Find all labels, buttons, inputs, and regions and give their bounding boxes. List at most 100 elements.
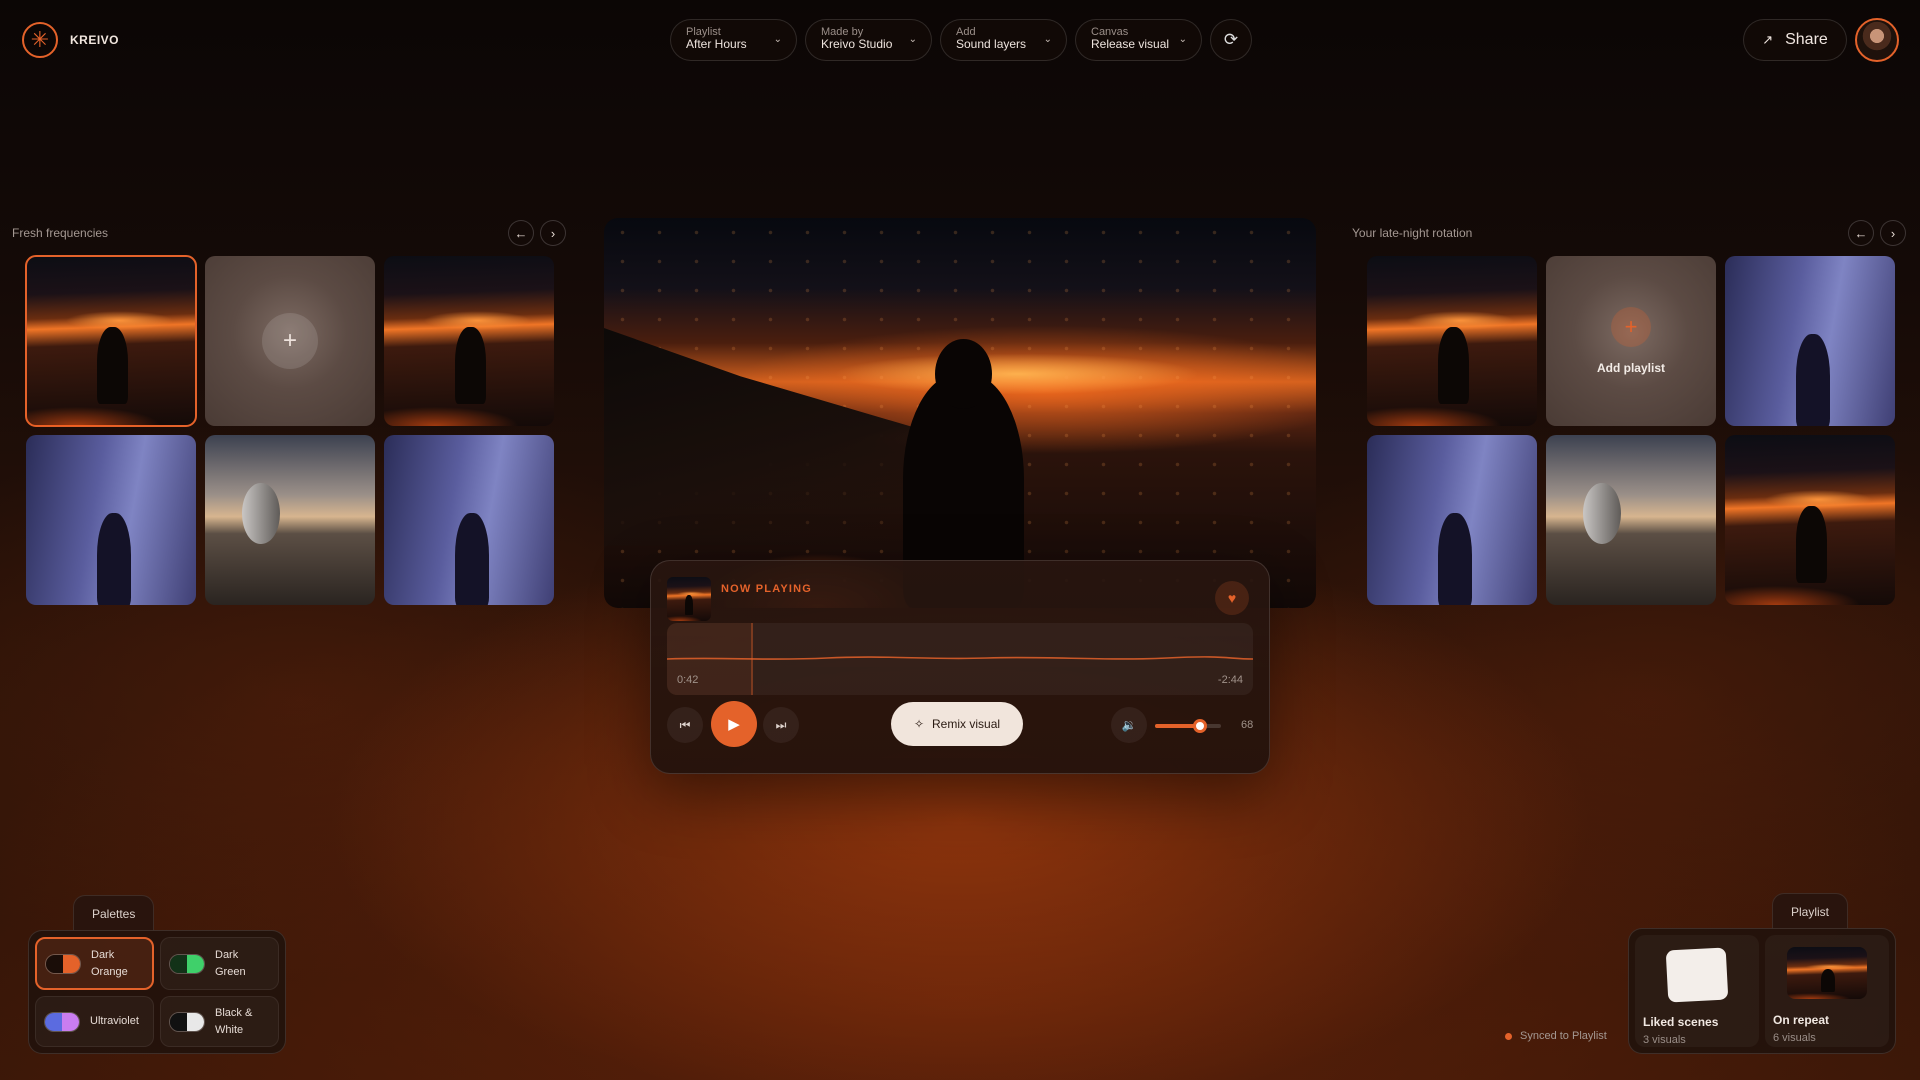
prev-button[interactable]: ← (1848, 220, 1874, 246)
palette-label: Black & White (215, 1006, 253, 1036)
palette-label: Dark Orange (91, 948, 128, 978)
palette-option[interactable]: Dark Orange (35, 937, 154, 990)
track-thumbnail (667, 577, 711, 621)
add-dropdown[interactable]: Add Sound layers ⌄ (940, 19, 1067, 61)
sparkle-icon: ✧ (913, 717, 925, 731)
scene-tile[interactable] (25, 255, 197, 427)
palette-swatch (169, 953, 205, 974)
next-button[interactable]: › (1880, 220, 1906, 246)
prev-button[interactable]: ← (508, 220, 534, 246)
plus-icon: + (1611, 307, 1651, 347)
waveform-line (667, 656, 1253, 660)
right-carousel-nav: ← › (1848, 220, 1906, 246)
arrow-up-right-icon: ↗ (1762, 32, 1774, 47)
playlist-count: 6 visuals (1773, 1032, 1816, 1044)
chevron-down-icon: ⌄ (908, 34, 917, 45)
sync-text: Synced to Playlist (1520, 1030, 1607, 1042)
silhouette-head (935, 338, 993, 410)
pill-value: Release visual (1091, 37, 1170, 51)
sync-status: Synced to Playlist (1505, 1030, 1607, 1042)
header-pills: Playlist After Hours ⌄ Made by Kreivo Stud… (670, 19, 1252, 61)
brand-name: KREIVO (70, 33, 120, 47)
heart-icon: ♥ (1227, 590, 1237, 606)
late-night-rotation-grid: + Add playlist (1367, 256, 1895, 605)
share-label: Share (1785, 31, 1828, 48)
scene-tile[interactable] (205, 435, 375, 605)
chevron-down-icon: ⌄ (1178, 34, 1187, 45)
left-carousel-nav: ← › (508, 220, 566, 246)
playlist-panel: Liked scenes 3 visuals On repeat 6 visua… (1628, 928, 1896, 1054)
share-button[interactable]: ↗ Share (1743, 19, 1847, 61)
plus-icon: + (262, 313, 318, 369)
playlist-thumbnail (1665, 947, 1729, 1003)
late-night-rotation-title: Your late-night rotation (1352, 226, 1473, 240)
palette-option[interactable]: Dark Green (160, 937, 279, 990)
palette-option[interactable]: Ultraviolet (35, 996, 154, 1047)
remix-visual-button[interactable]: ✧ Remix visual (891, 702, 1023, 746)
palette-label: Ultraviolet (90, 1015, 139, 1027)
volume-value: 68 (1241, 719, 1254, 731)
made-by-dropdown[interactable]: Made by Kreivo Studio ⌄ (805, 19, 932, 61)
waveform-scrubber[interactable]: 0:42 -2:44 (667, 623, 1253, 695)
palettes-tab[interactable]: Palettes (73, 895, 155, 931)
brand-logo[interactable]: ✳ KREIVO (22, 22, 119, 58)
scene-tile[interactable] (384, 256, 554, 426)
volume-slider[interactable] (1155, 719, 1221, 733)
playlist-card-repeat[interactable]: On repeat 6 visuals (1765, 935, 1889, 1047)
remaining-time: -2:44 (1217, 674, 1243, 686)
playlist-thumbnail (1787, 947, 1867, 999)
add-playlist-tile[interactable]: + Add playlist (1546, 256, 1716, 426)
next-button[interactable]: › (540, 220, 566, 246)
hero-visual (604, 218, 1316, 608)
play-button[interactable]: ▶ (711, 701, 757, 747)
avatar[interactable] (1855, 18, 1899, 62)
scene-tile[interactable] (384, 435, 554, 605)
chevron-down-icon: ⌄ (1043, 34, 1052, 45)
chevron-right-icon: › (550, 225, 556, 241)
arrow-left-icon: ← (1854, 225, 1868, 241)
remix-label: Remix visual (932, 717, 1001, 731)
pill-value: After Hours (686, 37, 747, 51)
palette-swatch (169, 1011, 205, 1032)
skip-forward-icon: ⏭ (775, 717, 787, 732)
speaker-icon: 🔉 (1121, 718, 1137, 732)
chevron-right-icon: › (1890, 225, 1896, 241)
add-scene-tile[interactable]: + (205, 256, 375, 426)
scene-tile[interactable] (1367, 435, 1537, 605)
playlist-title: Liked scenes (1643, 1015, 1719, 1029)
asterisk-logo-icon: ✳ (22, 22, 58, 58)
scene-tile[interactable] (1725, 435, 1895, 605)
skip-back-icon: ⏮ (679, 717, 691, 732)
add-playlist-label: Add playlist (1596, 361, 1665, 375)
playlist-title: On repeat (1773, 1013, 1830, 1027)
palette-swatch (44, 1011, 80, 1032)
palette-option[interactable]: Black & White (160, 996, 279, 1047)
refresh-button[interactable]: ⟳ (1210, 19, 1252, 61)
scene-tile[interactable] (26, 435, 196, 605)
palettes-panel: Dark Orange Dark Green Ultraviolet Black &… (28, 930, 286, 1054)
pill-value: Kreivo Studio (821, 37, 893, 51)
playlist-dropdown[interactable]: Playlist After Hours ⌄ (670, 19, 797, 61)
chevron-down-icon: ⌄ (773, 34, 782, 45)
refresh-icon: ⟳ (1223, 30, 1239, 49)
now-playing-card: NOW PLAYING ♥ 0:42 -2:44 ⏮ ▶ ⏭ ✧ Remix v… (650, 560, 1270, 774)
fresh-frequencies-grid: + (25, 255, 554, 605)
like-button[interactable]: ♥ (1215, 581, 1249, 615)
volume-knob[interactable] (1192, 719, 1207, 733)
volume-button[interactable]: 🔉 (1111, 707, 1147, 743)
scene-tile[interactable] (1367, 256, 1537, 426)
now-playing-label: NOW PLAYING (721, 583, 813, 595)
next-track-button[interactable]: ⏭ (763, 707, 799, 743)
fresh-frequencies-title: Fresh frequencies (12, 226, 109, 240)
status-dot (1505, 1032, 1512, 1040)
playlist-card-liked[interactable]: Liked scenes 3 visuals (1635, 935, 1759, 1047)
canvas-dropdown[interactable]: Canvas Release visual ⌄ (1075, 19, 1202, 61)
scene-tile[interactable] (1546, 435, 1716, 605)
scene-tile[interactable] (1725, 256, 1895, 426)
play-icon: ▶ (728, 716, 740, 733)
palette-swatch (45, 953, 81, 974)
palette-label: Dark Green (215, 948, 246, 978)
arrow-left-icon: ← (514, 225, 528, 241)
previous-track-button[interactable]: ⏮ (667, 707, 703, 743)
playlist-tab[interactable]: Playlist (1772, 893, 1849, 929)
